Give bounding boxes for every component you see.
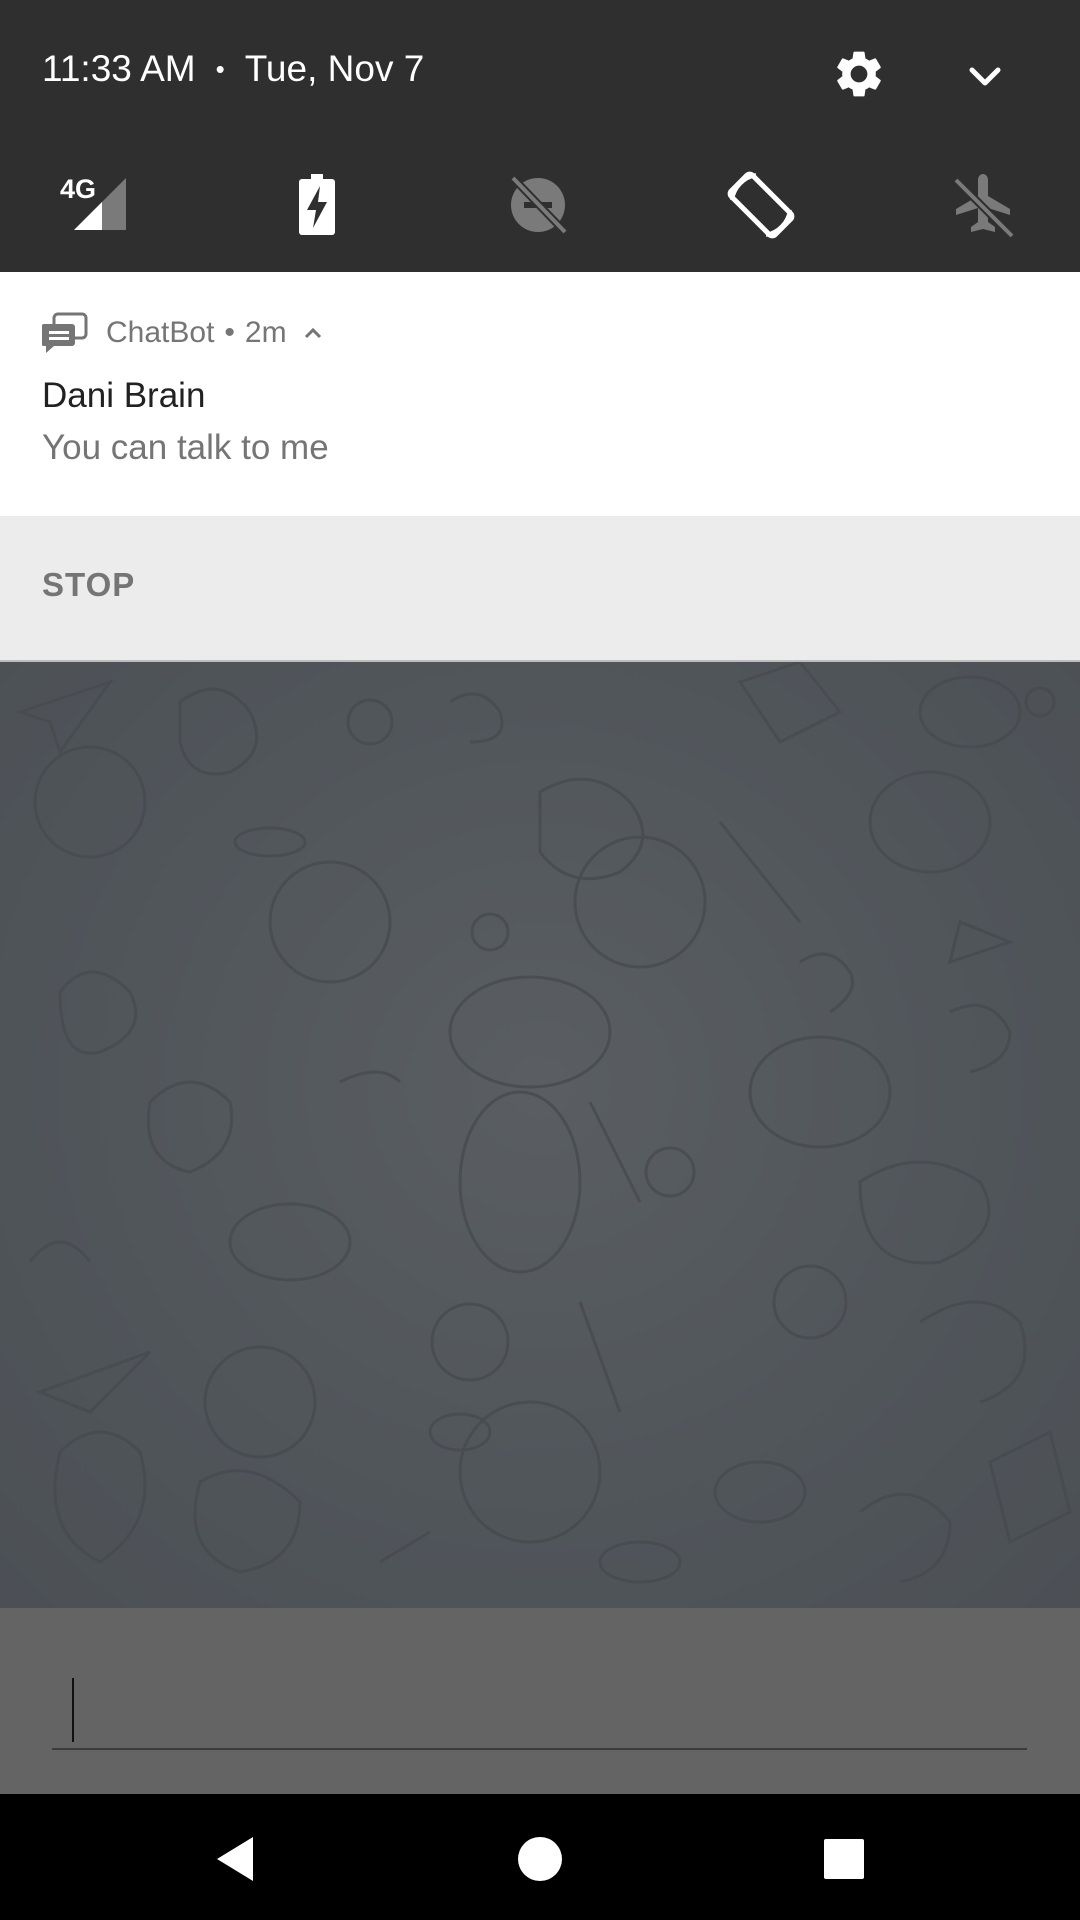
back-icon bbox=[217, 1837, 253, 1881]
message-input[interactable] bbox=[52, 1668, 1027, 1750]
stop-button[interactable]: STOP bbox=[42, 566, 135, 604]
chat-app-icon bbox=[42, 312, 88, 353]
dnd-off-icon bbox=[510, 175, 568, 235]
tile-battery-saver[interactable] bbox=[271, 160, 361, 250]
chatbot-notification[interactable]: ChatBot • 2m Dani Brain You can talk to … bbox=[0, 272, 1080, 516]
notification-title: Dani Brain bbox=[42, 376, 206, 415]
notification-age: 2m bbox=[244, 316, 287, 349]
text-cursor bbox=[72, 1678, 74, 1742]
notification-actions: STOP bbox=[0, 516, 1080, 662]
tile-auto-rotate[interactable] bbox=[716, 160, 806, 250]
tile-airplane-mode[interactable] bbox=[938, 160, 1028, 250]
message-composer bbox=[0, 1608, 1080, 1794]
back-button[interactable] bbox=[207, 1829, 267, 1889]
auto-rotate-icon bbox=[727, 171, 795, 239]
notification-shade-header: 11:33 AM • Tue, Nov 7 4G bbox=[0, 0, 1080, 272]
tile-mobile-data[interactable]: 4G bbox=[48, 160, 138, 250]
recents-button[interactable] bbox=[814, 1829, 874, 1889]
doodle-pattern bbox=[15, 662, 1072, 1584]
gear-icon bbox=[837, 51, 881, 97]
battery-charging-icon bbox=[299, 174, 335, 235]
chat-background bbox=[0, 662, 1080, 1608]
home-button[interactable] bbox=[510, 1829, 570, 1889]
recents-icon bbox=[824, 1839, 864, 1879]
system-navigation-bar bbox=[0, 1794, 1080, 1920]
datetime-separator: • bbox=[215, 53, 225, 84]
home-icon bbox=[518, 1837, 562, 1881]
clock-date[interactable]: Tue, Nov 7 bbox=[245, 48, 425, 90]
notification-app-name: ChatBot bbox=[106, 316, 215, 349]
notification-separator: • bbox=[224, 316, 235, 349]
quick-settings-tiles: 4G bbox=[0, 160, 1080, 250]
notification-header: ChatBot • 2m bbox=[42, 310, 325, 356]
clock-time: 11:33 AM bbox=[42, 48, 196, 89]
chevron-up-icon[interactable] bbox=[301, 323, 325, 343]
airplane-off-icon bbox=[953, 174, 1015, 239]
expand-shade-button[interactable] bbox=[960, 54, 1010, 98]
chevron-down-icon bbox=[969, 67, 1001, 86]
tile-do-not-disturb[interactable] bbox=[493, 160, 583, 250]
status-datetime: 11:33 AM • Tue, Nov 7 bbox=[42, 44, 424, 94]
settings-button[interactable] bbox=[831, 46, 887, 102]
tile-mobile-data-label: 4G bbox=[60, 174, 97, 204]
notification-text: You can talk to me bbox=[42, 428, 329, 467]
